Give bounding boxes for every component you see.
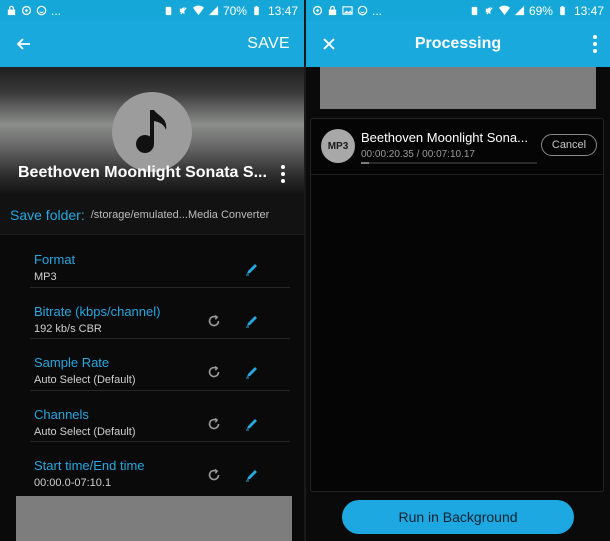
settings-list: Format MP3 Bitrate (kbps/channel) 192 kb… [0, 236, 304, 494]
arrow-back-icon [16, 38, 30, 50]
setting-value: 192 kb/s CBR [34, 322, 102, 335]
setting-title: Start time/End time [34, 458, 145, 473]
mute-icon [179, 6, 187, 15]
sync-icon [21, 5, 32, 16]
save-folder-label: Save folder: [10, 206, 85, 223]
edit-icon[interactable] [244, 416, 260, 432]
wifi-icon [498, 5, 510, 16]
smiley-icon [357, 5, 368, 16]
setting-value: 00:00.0-07:10.1 [34, 477, 112, 489]
more-vert-dot [281, 171, 285, 176]
setting-value: MP3 [34, 271, 57, 283]
close-button[interactable] [306, 21, 352, 67]
ad-banner-placeholder [16, 496, 292, 541]
music-note-icon [136, 110, 167, 153]
track-menu-button[interactable] [276, 163, 290, 185]
reset-icon[interactable] [206, 416, 222, 432]
battery-icon [254, 5, 259, 16]
ad-banner-placeholder [320, 67, 596, 109]
setting-channels[interactable]: Channels Auto Select (Default) [30, 391, 290, 442]
sync-icon [312, 5, 323, 16]
track-title: Beethoven Moonlight Sonata S... [18, 164, 267, 181]
edit-icon[interactable] [244, 313, 260, 329]
app-bar: SAVE [0, 21, 304, 67]
setting-value: Auto Select (Default) [34, 374, 136, 386]
run-in-background-button[interactable]: Run in Background [342, 500, 574, 534]
setting-title: Format [34, 252, 76, 267]
more-vert-dot [593, 49, 597, 53]
task-time: 00:00:20.35 / 00:07:10.17 [361, 149, 475, 160]
edit-icon[interactable] [244, 364, 260, 380]
more-notifications: ... [51, 3, 62, 18]
wifi-icon [192, 5, 204, 16]
more-notifications: ... [372, 3, 383, 18]
setting-format[interactable]: Format MP3 [30, 236, 290, 288]
signal-icon [208, 5, 219, 16]
more-vert-dot [593, 42, 597, 46]
status-bar: ... 70% 13:47 [0, 0, 304, 21]
save-folder[interactable]: Save folder: /storage/emulated...Media C… [0, 195, 304, 235]
setting-bitrate[interactable]: Bitrate (kbps/channel) 192 kb/s CBR [30, 288, 290, 339]
reset-icon[interactable] [206, 467, 222, 483]
battery-percent: 70% [222, 3, 247, 18]
lock-icon [7, 5, 16, 16]
battery-saver-icon [471, 6, 478, 16]
battery-percent: 69% [528, 3, 553, 18]
reset-icon[interactable] [206, 313, 222, 329]
clock: 13:47 [573, 3, 604, 18]
cancel-button[interactable]: Cancel [541, 134, 597, 156]
close-icon [323, 38, 335, 50]
progress-bar [361, 162, 537, 164]
clock: 13:47 [267, 3, 298, 18]
battery-saver-icon [165, 6, 172, 16]
lock-icon [328, 5, 337, 16]
edit-icon[interactable] [244, 261, 260, 277]
back-button[interactable] [0, 21, 46, 67]
conversion-task: MP3 Beethoven Moonlight Sona... 00:00:20… [311, 119, 603, 175]
mute-icon [485, 6, 493, 15]
image-icon [342, 6, 353, 15]
more-vert-dot [281, 179, 285, 184]
more-vert-icon [593, 35, 597, 39]
app-bar: Processing [306, 21, 610, 67]
setting-start-end-time[interactable]: Start time/End time 00:00.0-07:10.1 [30, 442, 290, 494]
task-list: MP3 Beethoven Moonlight Sona... 00:00:20… [310, 118, 604, 492]
save-folder-path: /storage/emulated...Media Converter [90, 208, 270, 221]
status-bar: ... 69% 13:47 [306, 0, 610, 21]
more-options-button[interactable] [592, 35, 598, 53]
album-art [112, 92, 192, 172]
reset-icon[interactable] [206, 364, 222, 380]
setting-title: Bitrate (kbps/channel) [34, 303, 161, 319]
task-name: Beethoven Moonlight Sona... [361, 130, 528, 145]
edit-icon[interactable] [244, 467, 260, 483]
signal-icon [514, 5, 525, 16]
save-button[interactable]: SAVE [247, 35, 290, 53]
setting-title: Sample Rate [34, 355, 110, 370]
setting-sample-rate[interactable]: Sample Rate Auto Select (Default) [30, 339, 290, 391]
setting-title: Channels [34, 406, 89, 422]
more-vert-icon [281, 164, 285, 169]
battery-icon [560, 5, 565, 16]
media-converter-settings-screen: ... 70% 13:47 SAVE Beethoven Moonlight S… [0, 0, 304, 541]
format-badge: MP3 [321, 129, 355, 163]
setting-value: Auto Select (Default) [34, 425, 136, 438]
progress-fill [361, 162, 370, 164]
smiley-icon [36, 5, 47, 16]
processing-screen: ... 69% 13:47 Processing MP3 Beethoven M… [306, 0, 610, 541]
